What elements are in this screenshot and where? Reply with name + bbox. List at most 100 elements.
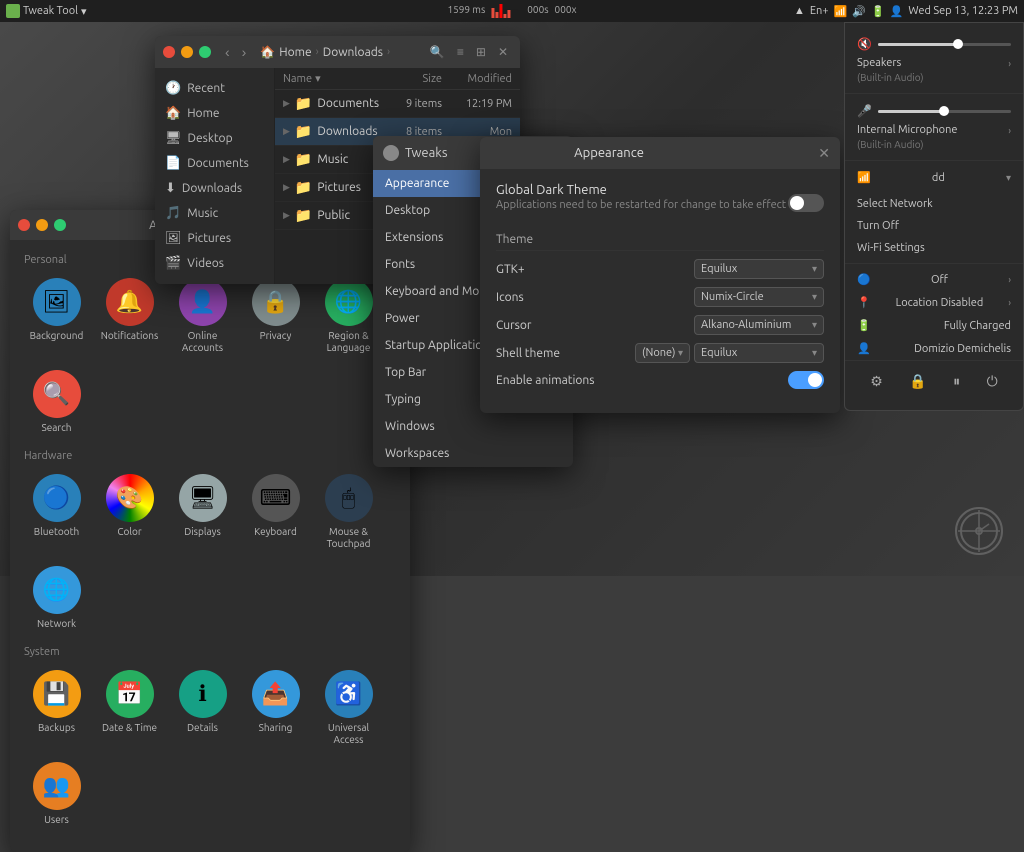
shell-prefix-dropdown: ▾ xyxy=(678,347,683,359)
clock[interactable]: Wed Sep 13, 12:23 PM xyxy=(908,5,1018,17)
location-item[interactable]: 📍 Location Disabled › xyxy=(845,291,1023,314)
speaker-arrow-icon[interactable]: › xyxy=(1008,58,1011,69)
user-tray-icon[interactable]: 👤 xyxy=(890,5,904,18)
file-manager-minimize[interactable] xyxy=(181,46,193,58)
taskbar-center: 1599 ms 000s 000x xyxy=(447,4,576,18)
grid-view-action[interactable]: ⊞ xyxy=(472,43,490,61)
tweaks-item-windows[interactable]: Windows xyxy=(373,413,573,440)
tweak-tool-launcher[interactable]: Tweak Tool ▾ xyxy=(6,4,87,18)
gtk-select[interactable]: Equilux ▾ xyxy=(694,259,824,279)
wifi-dropdown-icon[interactable]: ▾ xyxy=(1006,172,1011,184)
settings-sharing[interactable]: 📤 Sharing xyxy=(243,666,308,750)
close-fm-action[interactable]: ✕ xyxy=(494,43,512,61)
sidebar-item-videos[interactable]: 🎬 Videos xyxy=(155,251,274,276)
output-slider[interactable] xyxy=(878,43,1011,46)
shell-prefix-value: (None) xyxy=(642,347,675,359)
shell-prefix-select[interactable]: (None) ▾ xyxy=(635,343,690,363)
speaker-mute-icon[interactable]: 🔇 xyxy=(857,37,872,51)
color-icon: 🎨 xyxy=(106,474,154,522)
cursor-select[interactable]: Alkano-Aluminium ▾ xyxy=(694,315,824,335)
settings-close[interactable] xyxy=(18,219,30,231)
turn-off-item[interactable]: Turn Off xyxy=(845,215,1023,237)
sidebar-label-recent: Recent xyxy=(187,82,225,95)
settings-online-accounts[interactable]: 👤 Online Accounts xyxy=(170,274,235,358)
settings-max[interactable] xyxy=(54,219,66,231)
animations-toggle[interactable] xyxy=(788,371,824,389)
sidebar-item-music[interactable]: 🎵 Music xyxy=(155,201,274,226)
turn-off-label: Turn Off xyxy=(857,220,899,232)
sidebar-item-desktop[interactable]: 🖥 Desktop xyxy=(155,126,274,151)
battery-tray-icon[interactable]: 🔋 xyxy=(871,5,885,18)
bar2 xyxy=(495,12,498,18)
gtk-label: GTK+ xyxy=(496,263,525,276)
settings-details[interactable]: ℹ Details xyxy=(170,666,235,750)
appearance-close[interactable]: ✕ xyxy=(818,145,830,162)
col-name-label: Name xyxy=(283,73,312,85)
settings-displays[interactable]: 🖥 Displays xyxy=(170,470,235,554)
settings-keyboard[interactable]: ⌨ Keyboard xyxy=(243,470,308,554)
bluetooth-item[interactable]: 🔵 Off › xyxy=(845,268,1023,291)
universal-access-icon: ♿ xyxy=(325,670,373,718)
path-downloads[interactable]: Downloads xyxy=(323,46,383,59)
home-icon: 🏠 xyxy=(260,45,275,59)
speaker-label: Speakers xyxy=(857,57,901,69)
location-arrow: › xyxy=(1008,297,1011,308)
sidebar-label-pictures: Pictures xyxy=(188,232,232,245)
settings-search[interactable]: 🔍 Search xyxy=(24,366,89,438)
power-action-icon[interactable]: ⏻ xyxy=(983,369,1002,394)
settings-privacy[interactable]: 🔒 Privacy xyxy=(243,274,308,358)
battery-item[interactable]: 🔋 Fully Charged xyxy=(845,314,1023,337)
network-tray-icon[interactable]: ▲ xyxy=(794,5,805,17)
sidebar-item-recent[interactable]: 🕐 Recent xyxy=(155,76,274,101)
settings-backups[interactable]: 💾 Backups xyxy=(24,666,89,750)
volume-tray-icon[interactable]: 🔊 xyxy=(852,5,866,18)
table-row[interactable]: ▶ 📁 Documents 9 items 12:19 PM xyxy=(275,90,520,118)
pause-action-icon[interactable]: ⏸ xyxy=(949,369,964,394)
settings-datetime[interactable]: 📅 Date & Time xyxy=(97,666,162,750)
settings-universal-access[interactable]: ♿ Universal Access xyxy=(316,666,381,750)
tray-actions: ⚙ 🔒 ⏸ ⏻ xyxy=(845,360,1023,402)
back-button[interactable]: ‹ xyxy=(221,42,234,62)
settings-network[interactable]: 🌐 Network xyxy=(24,562,89,634)
shell-select-group: (None) ▾ Equilux ▾ xyxy=(635,343,824,363)
settings-min[interactable] xyxy=(36,219,48,231)
keyboard-tray[interactable]: En+ xyxy=(810,5,829,17)
shell-value-select[interactable]: Equilux ▾ xyxy=(694,343,824,363)
settings-action-icon[interactable]: ⚙ xyxy=(866,369,887,394)
settings-users[interactable]: 👥 Users xyxy=(24,758,89,830)
output-knob[interactable] xyxy=(953,39,963,49)
sidebar-item-downloads[interactable]: ⬇ Downloads xyxy=(155,176,274,201)
sidebar-item-documents[interactable]: 📄 Documents xyxy=(155,151,274,176)
select-network-item[interactable]: Select Network xyxy=(845,193,1023,215)
tweaks-item-workspaces[interactable]: Workspaces xyxy=(373,440,573,467)
center-stats: 1599 ms 000s 000x xyxy=(447,4,576,18)
settings-notifications[interactable]: 🔔 Notifications xyxy=(97,274,162,358)
settings-background[interactable]: 🖼 Background xyxy=(24,274,89,358)
file-manager-close[interactable] xyxy=(163,46,175,58)
mic-slider[interactable] xyxy=(878,110,1011,113)
sidebar-item-pictures[interactable]: 🖼 Pictures xyxy=(155,226,274,251)
settings-region[interactable]: 🌐 Region & Language xyxy=(316,274,381,358)
mic-arrow-icon[interactable]: › xyxy=(1008,125,1011,136)
settings-mouse[interactable]: 🖱 Mouse & Touchpad xyxy=(316,470,381,554)
wifi-section: 📶 dd ▾ xyxy=(845,165,1023,193)
mic-icon[interactable]: 🎤 xyxy=(857,104,872,118)
wifi-tray-icon[interactable]: 📶 xyxy=(834,5,848,18)
forward-button[interactable]: › xyxy=(238,42,251,62)
settings-color[interactable]: 🎨 Color xyxy=(97,470,162,554)
dark-theme-toggle[interactable] xyxy=(788,194,824,212)
sidebar-item-home[interactable]: 🏠 Home xyxy=(155,101,274,126)
home-label[interactable]: Home xyxy=(279,46,311,59)
lock-action-icon[interactable]: 🔒 xyxy=(905,369,930,394)
user-item[interactable]: 👤 Domizio Demichelis xyxy=(845,337,1023,360)
settings-bluetooth[interactable]: 🔵 Bluetooth xyxy=(24,470,89,554)
file-manager-maximize[interactable] xyxy=(199,46,211,58)
wifi-settings-item[interactable]: Wi-Fi Settings xyxy=(845,237,1023,259)
icons-select[interactable]: Numix-Circle ▾ xyxy=(694,287,824,307)
location-icon: 📍 xyxy=(857,296,871,309)
mic-knob[interactable] xyxy=(939,106,949,116)
list-view-action[interactable]: ≡ xyxy=(453,43,468,61)
bluetooth-arrow: › xyxy=(1008,274,1011,285)
search-action[interactable]: 🔍 xyxy=(426,43,449,61)
row-name-public: ▶ 📁 Public xyxy=(283,207,382,224)
